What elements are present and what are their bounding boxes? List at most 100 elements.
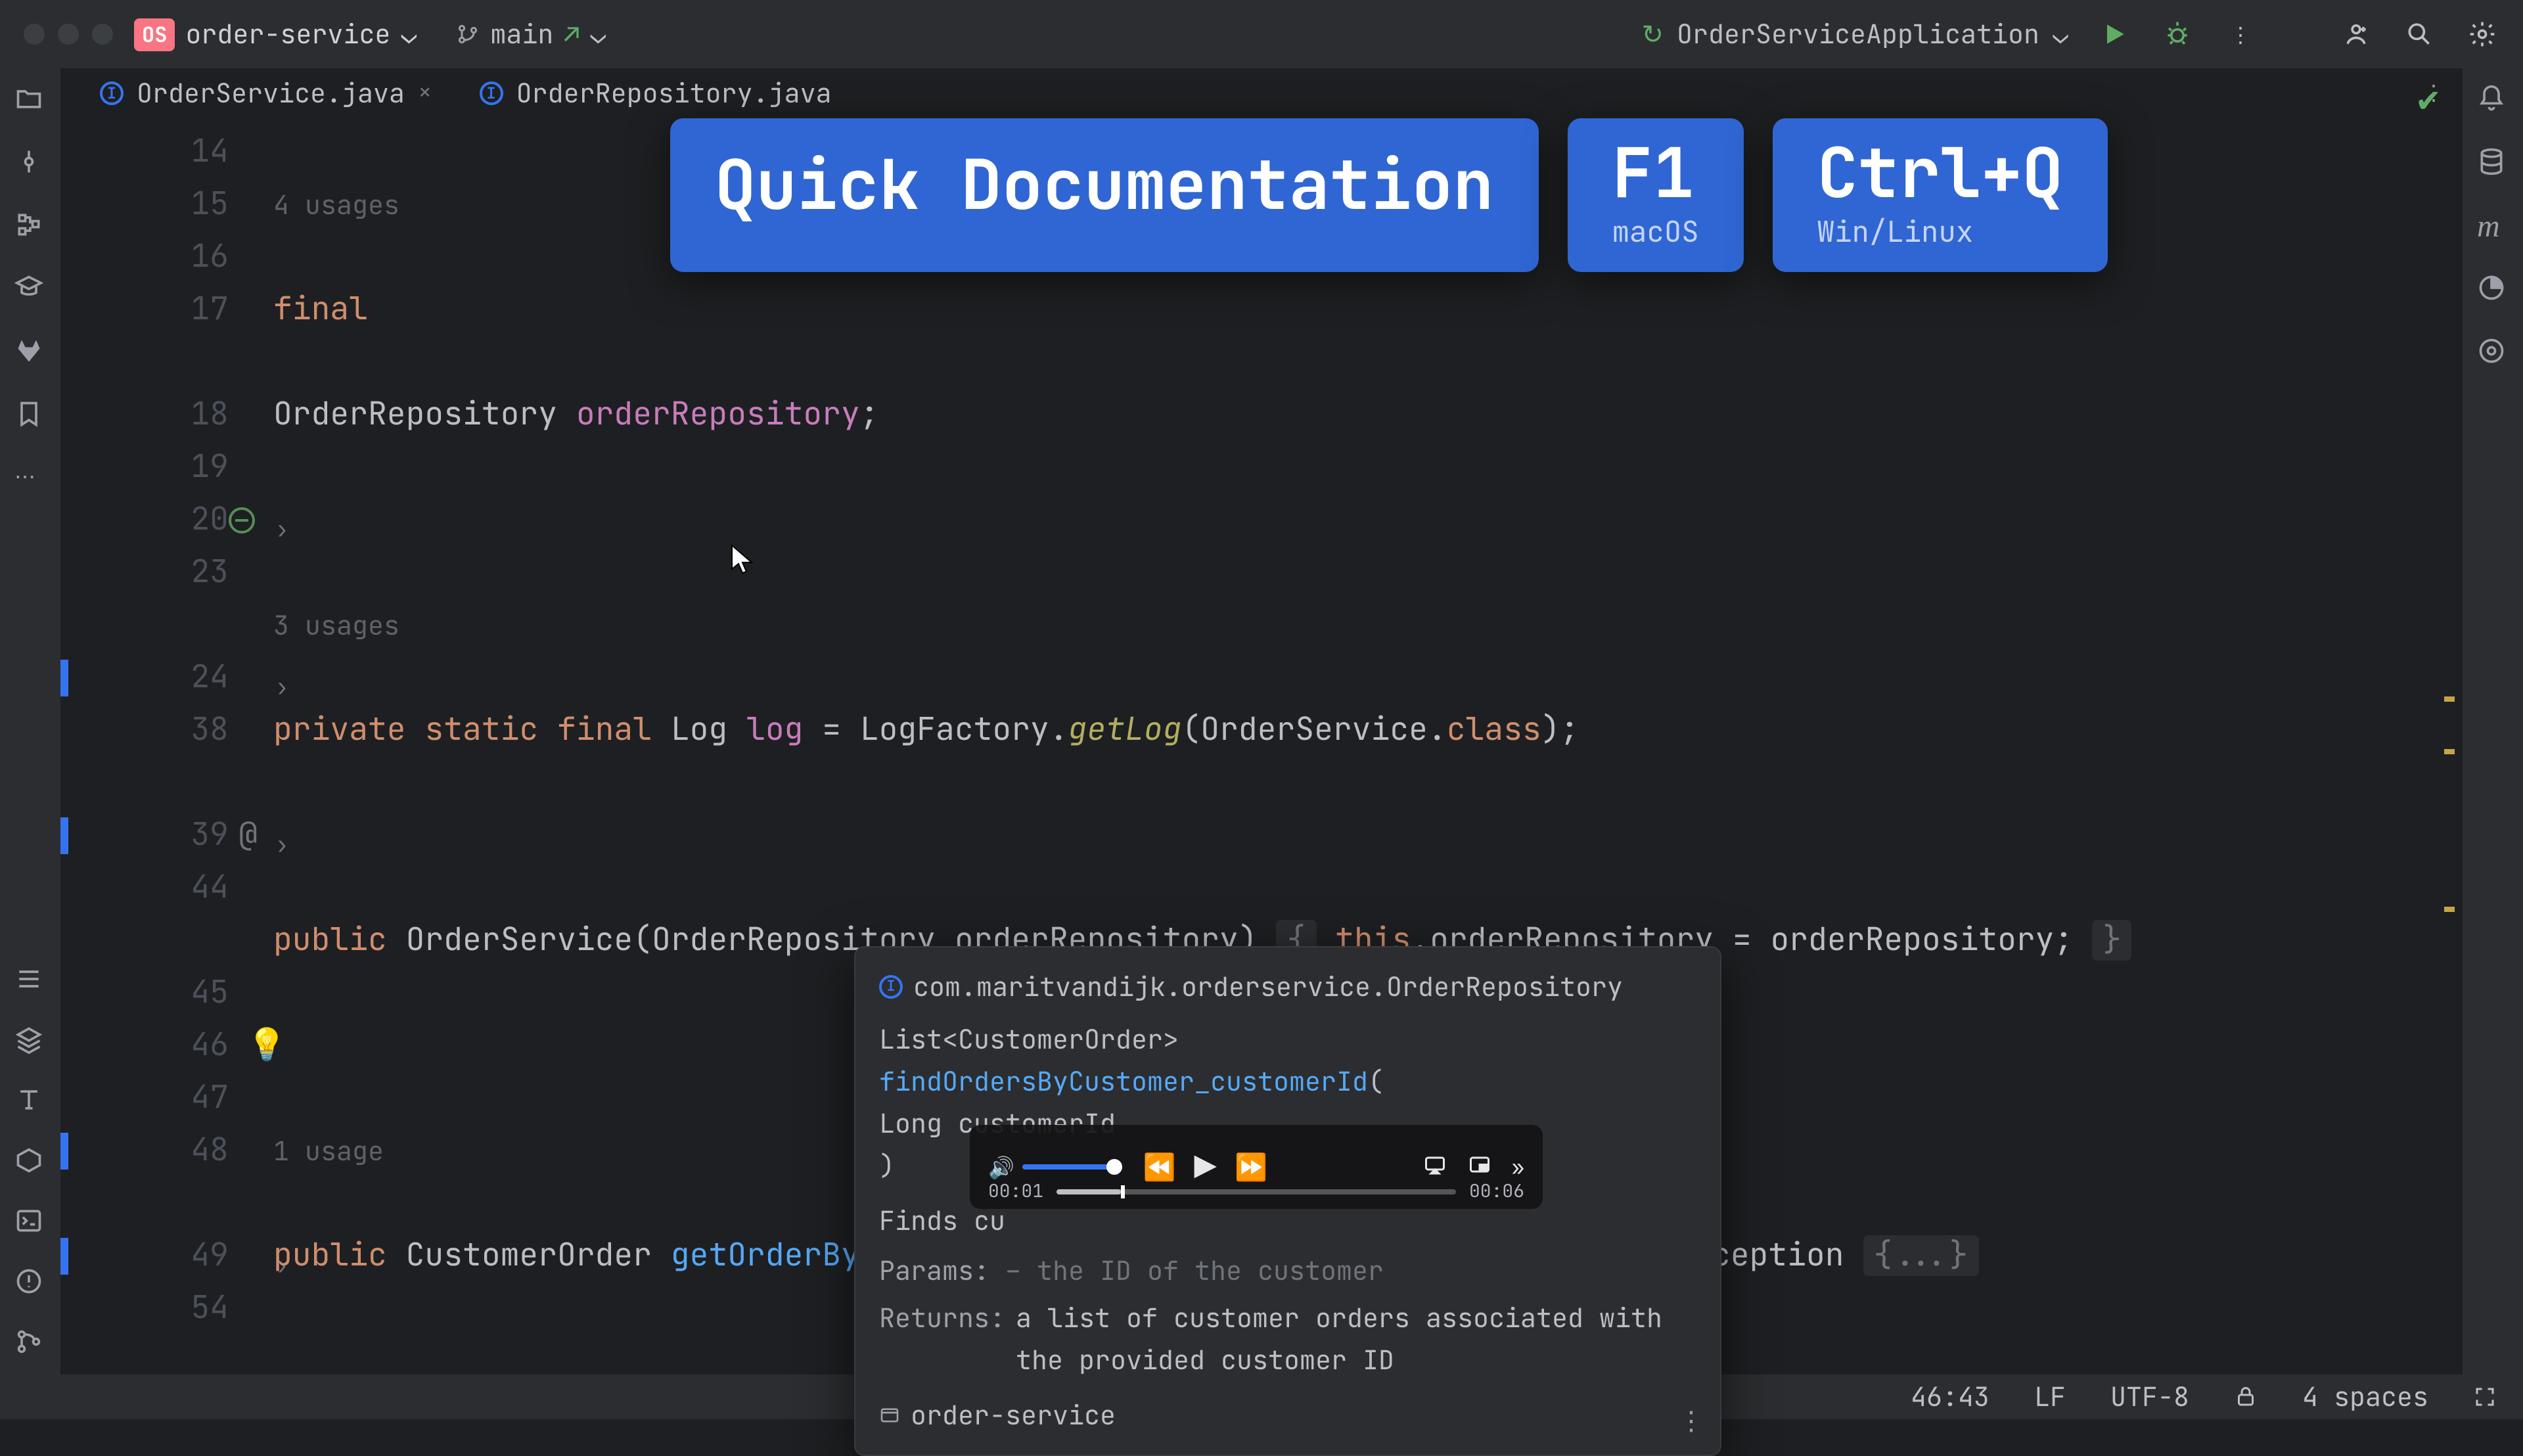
forward-button[interactable]: ⏩ (1235, 1150, 1267, 1184)
maven-tool-icon[interactable]: m (2477, 210, 2509, 242)
gutter[interactable]: 14 15 16 17 18 19 ›20 23 ›24 38 @›39 44 … (60, 118, 258, 1375)
line-number: ›20 (60, 494, 258, 547)
line-number (60, 757, 258, 809)
line-number: ›49 (60, 1230, 258, 1283)
window-controls (24, 24, 113, 45)
build-tool-icon[interactable] (14, 1146, 46, 1177)
expand-icon[interactable] (2473, 1385, 2497, 1409)
titlebar-right: ↻ OrderServiceApplication ⌄ ⋮ (1641, 17, 2499, 51)
java-interface-icon: I (480, 81, 503, 104)
line-number: 17 (60, 284, 258, 336)
line-number (60, 599, 258, 652)
project-name: order-service (185, 17, 390, 51)
tip-win-card: Ctrl+Q Win/Linux (1773, 118, 2108, 272)
external-link-icon: ↗ (564, 17, 580, 51)
chevron-down-icon: ⌄ (590, 17, 606, 51)
reload-icon: ↻ (1641, 17, 1664, 51)
line-number: ›24 (60, 652, 258, 704)
type-tool-icon[interactable] (14, 1085, 46, 1117)
tab-orderservice[interactable]: I OrderService.java × (81, 68, 451, 118)
error-stripe[interactable] (2439, 197, 2457, 1375)
file-encoding[interactable]: UTF-8 (2110, 1380, 2189, 1414)
notifications-icon[interactable] (2477, 84, 2509, 116)
vcs-tool-icon[interactable] (14, 1327, 46, 1359)
problems-tool-icon[interactable] (14, 1267, 46, 1298)
progress-track[interactable] (1057, 1189, 1456, 1194)
window-minimize-button[interactable] (58, 24, 79, 45)
structure-tool-icon[interactable] (14, 210, 46, 242)
usage-hint[interactable]: 3 usages (273, 608, 399, 643)
usage-hint[interactable]: 4 usages (273, 188, 399, 222)
tip-mac-key: F1 (1612, 139, 1699, 208)
branch-icon (456, 22, 480, 46)
line-number (60, 1177, 258, 1230)
database-tool-icon[interactable] (2477, 147, 2509, 179)
doc-params: Params: – the ID of the customer (879, 1250, 1696, 1292)
project-tool-icon[interactable] (14, 84, 46, 116)
time-current: 00:01 (988, 1180, 1043, 1204)
line-separator[interactable]: LF (2034, 1380, 2066, 1414)
tab-label: OrderRepository.java (516, 76, 832, 110)
tab-orderrepository[interactable]: I OrderRepository.java (461, 68, 850, 118)
tab-label: OrderService.java (137, 76, 405, 110)
airplay-icon[interactable] (1422, 1153, 1449, 1181)
line-number: 44 (60, 862, 258, 915)
learn-tool-icon[interactable] (14, 273, 46, 305)
window-close-button[interactable] (24, 24, 45, 45)
progress-bar[interactable]: 00:01 00:06 (988, 1180, 1524, 1204)
chevron-down-icon: ⌄ (2053, 17, 2068, 51)
settings-button[interactable] (2465, 17, 2499, 51)
window-maximize-button[interactable] (92, 24, 113, 45)
video-player-overlay[interactable]: 🔊 ⏪ ▶ ⏩ » 00:01 00:06 (970, 1125, 1543, 1209)
expand-player-icon[interactable]: » (1512, 1153, 1524, 1181)
pip-icon[interactable] (1467, 1153, 1493, 1181)
commit-tool-icon[interactable] (14, 147, 46, 179)
line-number: 47 (60, 1072, 258, 1125)
volume-control[interactable]: 🔊 (988, 1153, 1114, 1181)
tip-title-card: Quick Documentation (670, 118, 1539, 272)
inspection-ok-icon[interactable]: ✔ (2415, 81, 2442, 122)
run-config-name: OrderServiceApplication (1677, 17, 2039, 51)
code-with-me-icon[interactable] (2339, 17, 2373, 51)
mouse-cursor (731, 544, 754, 576)
line-number: 💡46 (60, 1020, 258, 1072)
titlebar: OS order-service ⌄ main ↗ ⌄ ↻ OrderServi… (0, 0, 2523, 68)
debug-button[interactable] (2160, 17, 2194, 51)
line-number: 19 (60, 442, 258, 494)
chevron-down-icon: ⌄ (401, 17, 417, 51)
terminal-tool-icon[interactable] (14, 1206, 46, 1238)
line-number (60, 336, 258, 389)
search-button[interactable] (2402, 17, 2436, 51)
gitlab-tool-icon[interactable] (14, 336, 46, 368)
indent-setting[interactable]: 4 spaces (2302, 1380, 2428, 1414)
volume-slider[interactable] (1022, 1164, 1114, 1170)
git-branch-selector[interactable]: main ↗ ⌄ (456, 17, 606, 51)
doc-more-button[interactable]: ⋮ (1678, 1399, 1704, 1442)
rewind-button[interactable]: ⏪ (1143, 1150, 1176, 1184)
java-interface-icon: I (100, 81, 124, 104)
caret-position[interactable]: 46:43 (1911, 1380, 1989, 1414)
readonly-toggle-icon[interactable] (2234, 1385, 2258, 1409)
project-selector[interactable]: OS order-service ⌄ (134, 17, 417, 51)
more-tools-icon[interactable]: ⋯ (14, 463, 46, 494)
usage-hint[interactable]: 1 usage (273, 1134, 384, 1168)
run-config-selector[interactable]: ↻ OrderServiceApplication ⌄ (1641, 17, 2068, 51)
line-number: @›39 (60, 809, 258, 862)
layers-tool-icon[interactable] (14, 1025, 46, 1057)
run-button[interactable] (2097, 17, 2131, 51)
run-gutter-icon[interactable] (229, 507, 255, 534)
line-number: 14 (60, 126, 258, 179)
close-icon[interactable]: × (418, 78, 432, 108)
doc-package: I com.maritvandijk.orderservice.OrderRep… (879, 966, 1696, 1008)
line-number: 16 (60, 231, 258, 284)
line-number: 23 (60, 547, 258, 599)
doc-project: order-service (879, 1394, 1696, 1436)
tip-mac-sub: macOS (1612, 213, 1699, 251)
bookmarks-tool-icon[interactable] (14, 399, 46, 431)
coverage-tool-icon[interactable] (2477, 273, 2509, 305)
hierarchy-tool-icon[interactable] (14, 965, 46, 996)
doc-returns: Returns: a list of customer orders assoc… (879, 1297, 1696, 1381)
endpoints-tool-icon[interactable] (2477, 336, 2509, 368)
speaker-icon: 🔊 (988, 1153, 1014, 1181)
more-actions-button[interactable]: ⋮ (2223, 17, 2258, 51)
